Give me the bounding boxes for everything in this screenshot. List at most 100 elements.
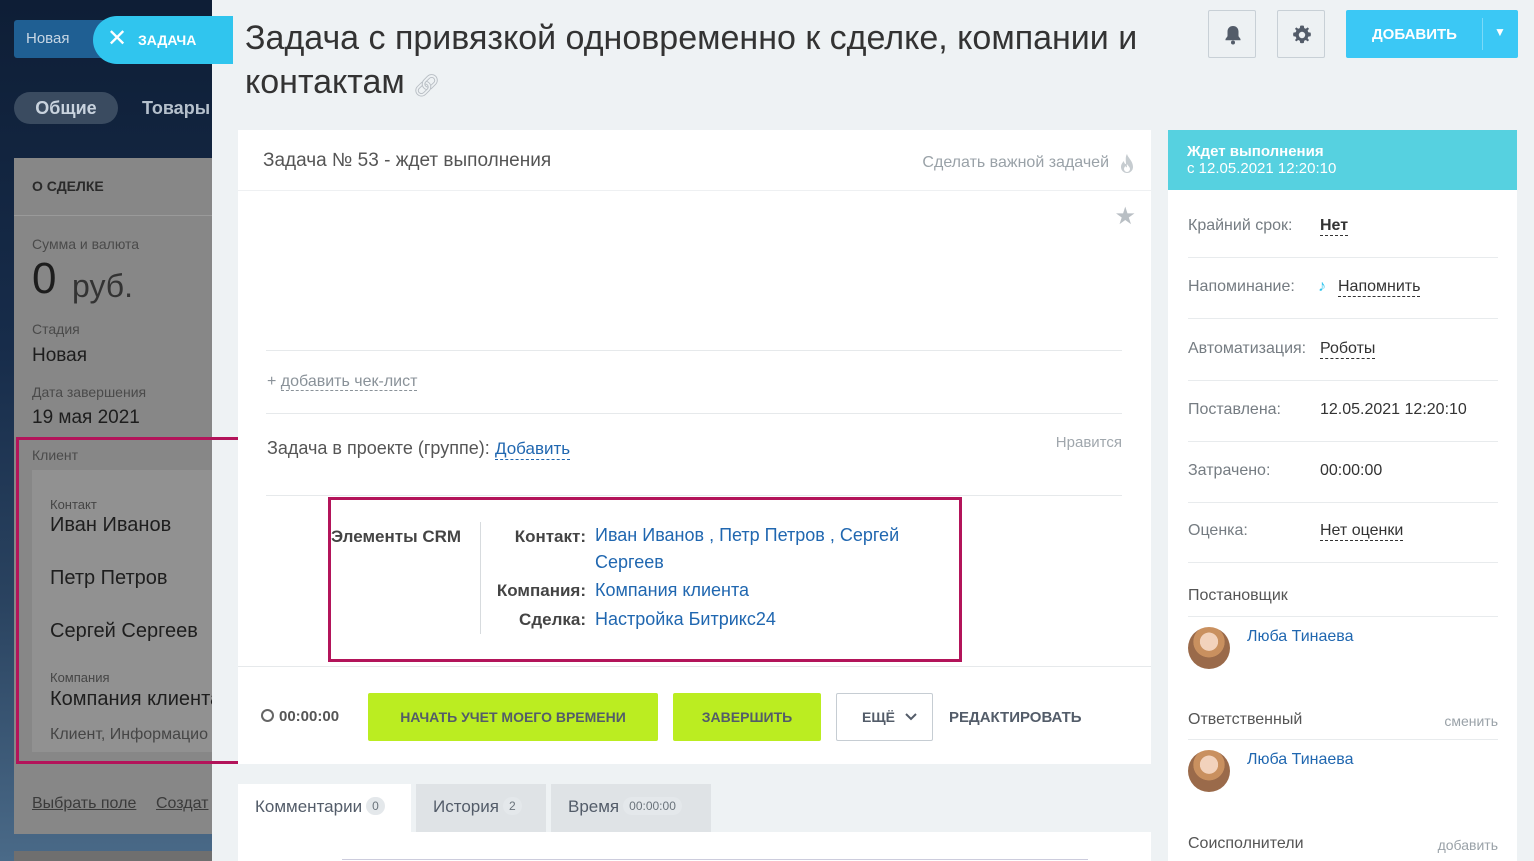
stage-value[interactable]: Новая (32, 345, 87, 367)
more-button[interactable]: ЕЩЁ (836, 693, 933, 741)
spent-label: Затрачено: (1188, 462, 1271, 479)
tab-comments[interactable]: Комментарии 0 (238, 784, 411, 832)
add-coexec-link[interactable]: добавить (1438, 837, 1498, 853)
task-tab-label: ЗАДАЧА (138, 32, 197, 48)
divider (1188, 739, 1498, 740)
responsible-name[interactable]: Люба Тинаева (1247, 751, 1354, 769)
creator-label: Постановщик (1188, 587, 1288, 604)
divider (342, 859, 1088, 860)
rating-value[interactable]: Нет оценки (1320, 522, 1404, 541)
status-header: Ждет выполнения с 12.05.2021 12:20:10 (1168, 130, 1517, 190)
task-sidebar: Ждет выполнения с 12.05.2021 12:20:10 Кр… (1168, 130, 1517, 861)
count-badge: 00:00:00 (623, 797, 682, 815)
choose-field-link[interactable]: Выбрать поле (32, 795, 136, 813)
responsible-heading: Ответственный сменить (1188, 711, 1498, 729)
coexec-heading: Соисполнители добавить (1188, 835, 1498, 853)
project-label: Задача в проекте (группе): (267, 438, 490, 458)
page-title-text: Задача с привязкой одновременно к сделке… (245, 19, 1138, 101)
bell-button[interactable] (1208, 10, 1256, 58)
status-title: Ждет выполнения (1187, 143, 1324, 160)
spent-row: Затрачено: 00:00:00 (1188, 442, 1498, 503)
tab-label: История (433, 797, 499, 816)
tab-time[interactable]: Время 00:00:00 (551, 784, 711, 832)
tab-label: Комментарии (255, 797, 363, 816)
create-field-link[interactable]: Создат (156, 795, 208, 813)
created-row: Поставлена: 12.05.2021 12:20:10 (1188, 381, 1498, 442)
creator-heading: Постановщик (1188, 587, 1498, 605)
deadline-value[interactable]: Нет (1320, 217, 1349, 236)
timer-value: 00:00:00 (279, 708, 340, 725)
amount-currency: руб. (72, 268, 134, 304)
status-since: с 12.05.2021 12:20:10 (1187, 160, 1337, 177)
close-task-tab[interactable]: ✕ ЗАДАЧА (93, 16, 233, 64)
responsible-label: Ответственный (1188, 711, 1303, 728)
spent-value: 00:00:00 (1320, 462, 1383, 479)
count-badge: 0 (366, 797, 385, 815)
close-date-value[interactable]: 19 мая 2021 (32, 407, 140, 429)
bell-icon (1225, 26, 1241, 45)
stage-label: Стадия (32, 321, 80, 337)
amount-label: Сумма и валюта (32, 236, 140, 252)
project-add-link[interactable]: Добавить (495, 439, 571, 460)
flame-icon[interactable] (1119, 153, 1135, 175)
tab-history[interactable]: История 2 (416, 784, 546, 832)
divider (14, 215, 212, 216)
add-checklist[interactable]: + добавить чек-лист (267, 373, 418, 391)
make-important-link[interactable]: Сделать важной задачей (922, 154, 1109, 172)
change-responsible-link[interactable]: сменить (1444, 713, 1498, 729)
divider (266, 413, 1122, 414)
automation-row: Автоматизация: Роботы (1188, 320, 1498, 381)
deal-card-bottom (14, 851, 212, 861)
chevron-down-icon[interactable]: ▼ (1494, 25, 1506, 39)
task-panel: Задача № 53 - ждет выполнения Сделать ва… (238, 130, 1151, 764)
task-timer: 00:00:00 (261, 708, 339, 725)
coexec-label: Соисполнители (1188, 835, 1304, 852)
bell-icon: ♪ (1318, 278, 1326, 295)
like-link[interactable]: Нравится (1056, 434, 1122, 451)
created-value: 12.05.2021 12:20:10 (1320, 401, 1467, 418)
edit-button[interactable]: РЕДАКТИРОВАТЬ (949, 709, 1082, 726)
creator-name[interactable]: Люба Тинаева (1247, 628, 1354, 646)
more-button-label: ЕЩЁ (862, 709, 895, 725)
page-title: Задача с привязкой одновременно к сделке… (245, 16, 1145, 108)
add-button-label: ДОБАВИТЬ (1372, 26, 1457, 43)
add-checklist-link[interactable]: добавить чек-лист (280, 373, 418, 391)
deadline-row: Крайний срок: Нет (1188, 197, 1498, 258)
close-icon[interactable]: ✕ (107, 24, 127, 54)
chevron-down-icon (905, 713, 917, 721)
divider (238, 666, 1151, 667)
comments-area (238, 832, 1151, 861)
task-heading: Задача № 53 - ждет выполнения (263, 150, 552, 171)
link-icon[interactable]: 🔗︎ (413, 73, 441, 98)
add-button[interactable]: ДОБАВИТЬ ▼ (1346, 10, 1518, 58)
reminder-row: Напоминание: ♪ Напомнить (1188, 258, 1498, 319)
divider (1482, 18, 1483, 50)
deadline-label: Крайний срок: (1188, 217, 1293, 234)
count-badge: 2 (502, 797, 522, 815)
divider (266, 350, 1122, 351)
reminder-link[interactable]: Напомнить (1338, 278, 1421, 297)
plus-text: + (267, 373, 277, 390)
clock-icon (261, 709, 274, 722)
start-timer-button[interactable]: НАЧАТЬ УЧЕТ МОЕГО ВРЕМЕНИ (368, 693, 658, 741)
automation-label: Автоматизация: (1188, 340, 1307, 357)
amount-value: 0 (32, 254, 57, 303)
deal-section-title: О СДЕЛКЕ (32, 178, 104, 194)
avatar[interactable] (1188, 750, 1230, 792)
avatar[interactable] (1188, 627, 1230, 669)
divider (238, 190, 1151, 191)
finish-button[interactable]: ЗАВЕРШИТЬ (673, 693, 821, 741)
divider (1188, 616, 1498, 617)
tab-label: Время (568, 797, 620, 816)
automation-link[interactable]: Роботы (1320, 340, 1376, 359)
star-icon[interactable]: ★ (1114, 202, 1136, 231)
rating-row: Оценка: Нет оценки (1188, 502, 1498, 563)
crm-highlight-frame (328, 497, 962, 662)
rating-label: Оценка: (1188, 522, 1248, 539)
divider (266, 495, 1122, 496)
close-date-label: Дата завершения (32, 384, 147, 400)
tab-products[interactable]: Товары (142, 92, 210, 124)
settings-button[interactable] (1277, 10, 1325, 58)
tab-general[interactable]: Общие (14, 92, 118, 124)
created-label: Поставлена: (1188, 401, 1281, 418)
